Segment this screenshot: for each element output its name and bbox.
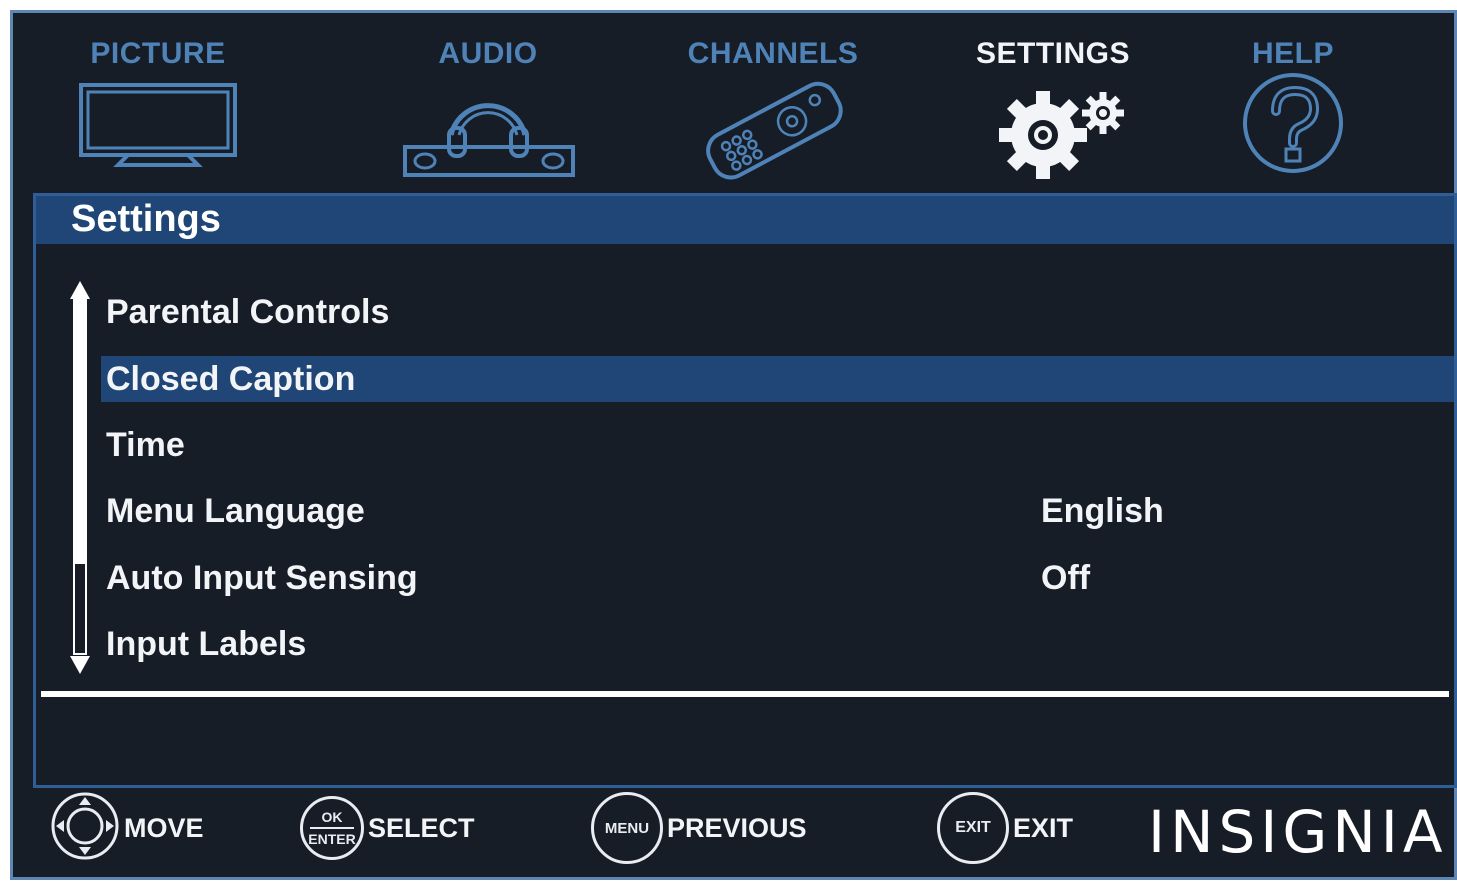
menu-item-label: Closed Caption [106,360,356,398]
menu-item-closed-caption[interactable]: Closed Caption [101,356,1454,402]
tab-settings-label: SETTINGS [975,37,1130,70]
menu-item-label: Input Labels [106,625,307,663]
tab-picture[interactable]: PICTURE [53,13,263,193]
menu-item-input-labels[interactable]: Input Labels [101,621,1454,667]
tab-channels-label: CHANNELS [687,37,859,70]
scroll-up-arrow-icon [70,281,90,299]
exit-icon-text: EXIT [955,819,991,836]
headphones-icon [383,73,593,183]
tab-help[interactable]: HELP [1193,13,1393,193]
tv-menu-screen: PICTURE AUDIO CHANNELS SETTINGS HELP Set… [10,10,1457,880]
tab-settings[interactable]: SETTINGS [953,13,1153,193]
hint-previous: MENU PREVIOUS [591,792,807,864]
hint-move: MOVE [50,791,204,866]
menu-item-auto-input-sensing[interactable]: Auto Input Sensing Off [101,555,1454,601]
menu-item-label: Parental Controls [106,293,390,331]
menu-item-menu-language[interactable]: Menu Language English [101,488,1454,534]
gears-icon [953,73,1153,183]
menu-item-label: Auto Input Sensing [106,559,418,597]
remote-icon [663,73,883,183]
tab-channels[interactable]: CHANNELS [663,13,883,193]
ok-text: OK [321,809,343,825]
menu-icon-text: MENU [604,819,650,837]
panel-title-bar: Settings [36,196,1454,244]
exit-button-icon: EXIT [937,792,1009,864]
menu-item-time[interactable]: Time [101,422,1454,468]
dpad-icon [50,791,120,866]
menu-language-value: English [1041,492,1164,530]
tv-icon [53,73,263,173]
menu-button-icon: MENU [591,792,663,864]
settings-panel: Settings Parental Controls Closed Captio… [33,193,1457,788]
tab-audio-label: AUDIO [438,37,538,70]
scroll-down-arrow-icon [70,656,90,674]
divider [41,691,1449,697]
hint-move-label: MOVE [124,812,204,843]
hint-exit-label: EXIT [1013,812,1074,843]
ok-enter-icon: OK ENTER [300,796,364,860]
hint-exit: EXIT EXIT [937,792,1074,864]
brand-logo: INSIGNIA [1148,798,1448,866]
hint-select-label: SELECT [368,812,475,843]
menu-item-parental-controls[interactable]: Parental Controls [101,289,1454,335]
hint-previous-label: PREVIOUS [667,812,807,843]
tab-audio[interactable]: AUDIO [383,13,593,193]
hint-select: OK ENTER SELECT [300,793,475,863]
panel-title: Settings [71,198,221,240]
enter-text: ENTER [308,831,356,847]
menu-item-label: Time [106,426,185,464]
auto-input-sensing-value: Off [1041,559,1091,597]
scrollbar[interactable] [70,281,90,676]
tab-help-label: HELP [1251,37,1334,70]
tab-picture-label: PICTURE [90,37,226,70]
help-icon [1193,73,1393,183]
menu-item-label: Menu Language [106,492,365,530]
